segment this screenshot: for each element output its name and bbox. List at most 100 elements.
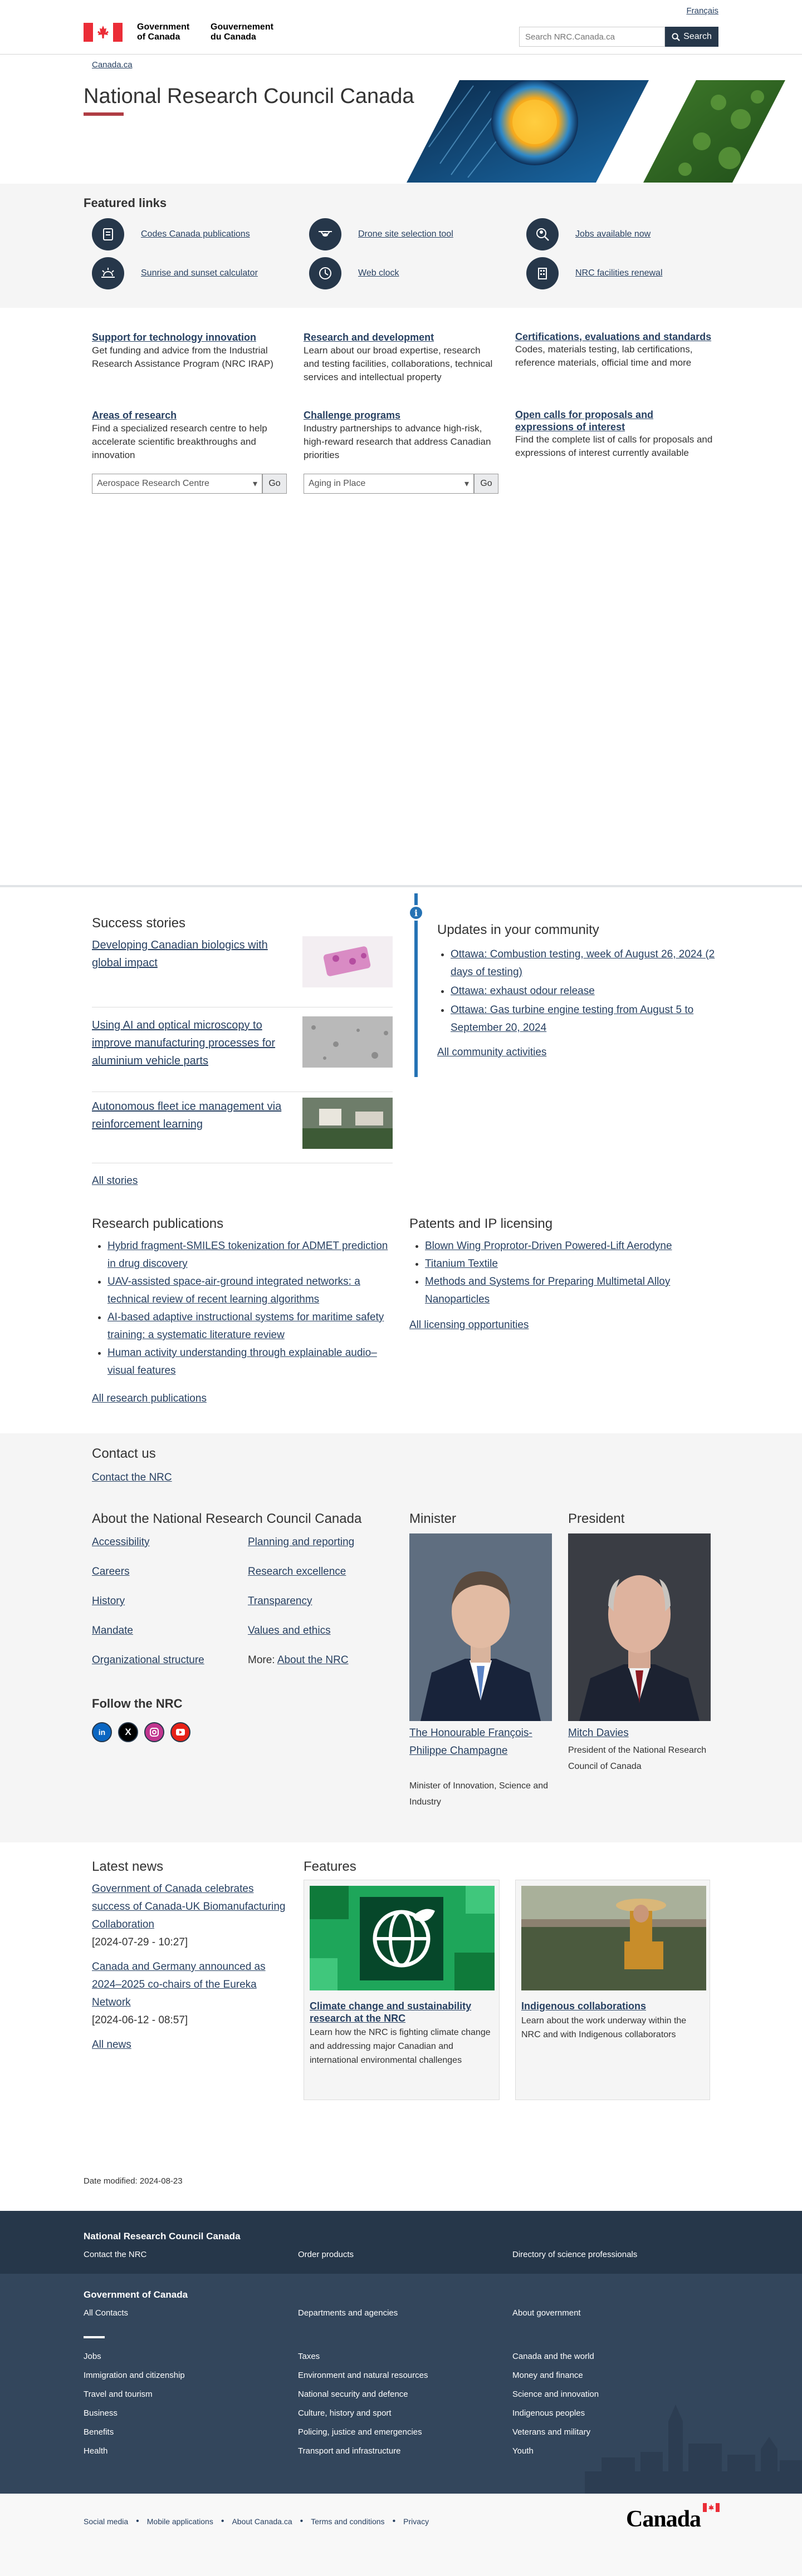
service-link[interactable]: Challenge programs: [304, 409, 498, 422]
feature-card-indigenous[interactable]: Indigenous collaborations Learn about th…: [515, 1880, 710, 2100]
service-link[interactable]: Areas of research: [92, 409, 287, 422]
news-link[interactable]: Government of Canada celebrates success …: [92, 1880, 290, 1934]
research-centre-select[interactable]: Aerospace Research Centre ▾: [92, 474, 262, 494]
footer-link[interactable]: Departments and agencies: [298, 2308, 398, 2318]
success-story-link[interactable]: Autonomous fleet ice management via rein…: [92, 1098, 292, 1133]
footer-link[interactable]: Canada and the world: [512, 2352, 599, 2361]
x-twitter-icon[interactable]: X: [118, 1722, 138, 1742]
update-link[interactable]: Ottawa: Gas turbine engine testing from …: [451, 1004, 693, 1034]
language-toggle-link[interactable]: Français: [686, 6, 718, 16]
publication-link[interactable]: Hybrid fragment-SMILES tokenization for …: [107, 1240, 388, 1270]
featured-link-label[interactable]: Sunrise and sunset calculator: [141, 268, 258, 278]
featured-link-label[interactable]: Drone site selection tool: [358, 229, 453, 239]
publication-link[interactable]: AI-based adaptive instructional systems …: [107, 1311, 384, 1341]
footer-link[interactable]: All Contacts: [84, 2308, 128, 2318]
about-link-research-excellence[interactable]: Research excellence: [248, 1566, 346, 1578]
footer-link[interactable]: Policing, justice and emergencies: [298, 2427, 428, 2437]
info-icon: i: [408, 905, 424, 921]
featured-link-label[interactable]: Jobs available now: [575, 229, 651, 239]
all-licensing-link[interactable]: All licensing opportunities: [409, 1319, 529, 1331]
footer-link[interactable]: About Canada.ca: [232, 2517, 292, 2526]
featured-link-webclock[interactable]: Web clock: [309, 257, 399, 289]
gc-signature[interactable]: Government of Canada Gouvernement du Can…: [84, 20, 295, 45]
patent-link[interactable]: Titanium Textile: [425, 1258, 498, 1270]
footer-link[interactable]: Immigration and citizenship: [84, 2371, 185, 2380]
clock-icon: [309, 257, 341, 289]
footer-link[interactable]: Mobile applications: [147, 2517, 213, 2526]
about-the-nrc-link[interactable]: About the NRC: [277, 1654, 349, 1666]
feature-card-climate[interactable]: Climate change and sustainability resear…: [304, 1880, 500, 2100]
featured-link-sunrise[interactable]: Sunrise and sunset calculator: [92, 257, 258, 289]
success-story-link[interactable]: Using AI and optical microscopy to impro…: [92, 1016, 292, 1070]
book-icon: [92, 218, 124, 250]
service-link[interactable]: Open calls for proposals and expressions…: [515, 409, 713, 433]
about-link-accessibility[interactable]: Accessibility: [92, 1536, 149, 1548]
featured-link-facilities[interactable]: NRC facilities renewal: [526, 257, 663, 289]
publication-link[interactable]: UAV-assisted space-air-ground integrated…: [107, 1276, 360, 1305]
featured-link-jobs[interactable]: Jobs available now: [526, 218, 651, 250]
footer-link[interactable]: Order products: [298, 2250, 354, 2259]
search-button[interactable]: Search: [665, 27, 718, 47]
service-link[interactable]: Certifications, evaluations and standard…: [515, 331, 713, 343]
footer-link[interactable]: National security and defence: [298, 2390, 428, 2399]
challenge-program-select[interactable]: Aging in Place ▾: [304, 474, 474, 494]
success-stories-heading: Success stories: [92, 916, 186, 931]
footer-link[interactable]: Health: [84, 2446, 185, 2456]
contact-nrc-link[interactable]: Contact the NRC: [92, 1472, 172, 1484]
minister-name-link[interactable]: The Honourable François-Philippe Champag…: [409, 1724, 552, 1760]
footer-link[interactable]: Privacy: [403, 2517, 429, 2526]
challenge-go-button[interactable]: Go: [474, 474, 498, 494]
about-link-org-structure[interactable]: Organizational structure: [92, 1654, 204, 1666]
featured-link-drone[interactable]: Drone site selection tool: [309, 218, 453, 250]
footer-link[interactable]: Directory of science professionals: [512, 2250, 637, 2259]
service-link[interactable]: Support for technology innovation: [92, 331, 287, 344]
about-link-planning[interactable]: Planning and reporting: [248, 1536, 354, 1548]
about-link-careers[interactable]: Careers: [92, 1566, 130, 1578]
success-story-link[interactable]: Developing Canadian biologics with globa…: [92, 936, 292, 972]
featured-link-label[interactable]: Web clock: [358, 268, 399, 278]
all-community-activities-link[interactable]: All community activities: [437, 1046, 546, 1059]
patent-link[interactable]: Blown Wing Proprotor-Driven Powered-Lift…: [425, 1240, 672, 1252]
research-centre-go-button[interactable]: Go: [262, 474, 287, 494]
search-input[interactable]: [519, 27, 665, 47]
instagram-icon[interactable]: [144, 1722, 164, 1742]
all-publications-link[interactable]: All research publications: [92, 1393, 207, 1405]
about-link-transparency[interactable]: Transparency: [248, 1595, 312, 1607]
footer-link[interactable]: Benefits: [84, 2427, 185, 2437]
feature-link[interactable]: Indigenous collaborations: [521, 2000, 705, 2012]
linkedin-icon[interactable]: in: [92, 1722, 112, 1742]
service-open-calls: Open calls for proposals and expressions…: [515, 409, 713, 460]
footer-link[interactable]: Money and finance: [512, 2371, 599, 2380]
all-news-link[interactable]: All news: [92, 2039, 131, 2051]
featured-link-codes[interactable]: Codes Canada publications: [92, 218, 250, 250]
youtube-icon[interactable]: [170, 1722, 190, 1742]
footer-link[interactable]: Jobs: [84, 2352, 185, 2361]
feature-link[interactable]: Climate change and sustainability resear…: [310, 2000, 493, 2024]
update-link[interactable]: Ottawa: Combustion testing, week of Augu…: [451, 948, 715, 978]
footer-link[interactable]: Business: [84, 2408, 185, 2418]
about-link-mandate[interactable]: Mandate: [92, 1625, 133, 1637]
footer-link[interactable]: About government: [512, 2308, 581, 2318]
publication-link[interactable]: Human activity understanding through exp…: [107, 1347, 377, 1377]
service-link[interactable]: Research and development: [304, 331, 498, 344]
service-certifications: Certifications, evaluations and standard…: [515, 331, 713, 370]
breadcrumb-canada-link[interactable]: Canada.ca: [92, 60, 133, 70]
update-link[interactable]: Ottawa: exhaust odour release: [451, 985, 595, 997]
footer-link[interactable]: Terms and conditions: [311, 2517, 384, 2526]
featured-link-label[interactable]: Codes Canada publications: [141, 229, 250, 239]
footer-link[interactable]: Social media: [84, 2517, 128, 2526]
about-link-history[interactable]: History: [92, 1595, 125, 1607]
footer-link[interactable]: Environment and natural resources: [298, 2371, 428, 2380]
about-link-values[interactable]: Values and ethics: [248, 1625, 331, 1637]
president-name-link[interactable]: Mitch Davies: [568, 1724, 629, 1742]
patent-link[interactable]: Methods and Systems for Preparing Multim…: [425, 1276, 670, 1305]
featured-link-label[interactable]: NRC facilities renewal: [575, 268, 663, 278]
footer-link[interactable]: Taxes: [298, 2352, 428, 2361]
footer-link[interactable]: Transport and infrastructure: [298, 2446, 428, 2456]
news-link[interactable]: Canada and Germany announced as 2024–202…: [92, 1958, 290, 2012]
footer-link[interactable]: Culture, history and sport: [298, 2408, 428, 2418]
footer-link[interactable]: Contact the NRC: [84, 2250, 146, 2259]
footer-link[interactable]: Travel and tourism: [84, 2390, 185, 2399]
all-stories-link[interactable]: All stories: [92, 1175, 138, 1187]
footer-link[interactable]: Science and innovation: [512, 2390, 599, 2399]
